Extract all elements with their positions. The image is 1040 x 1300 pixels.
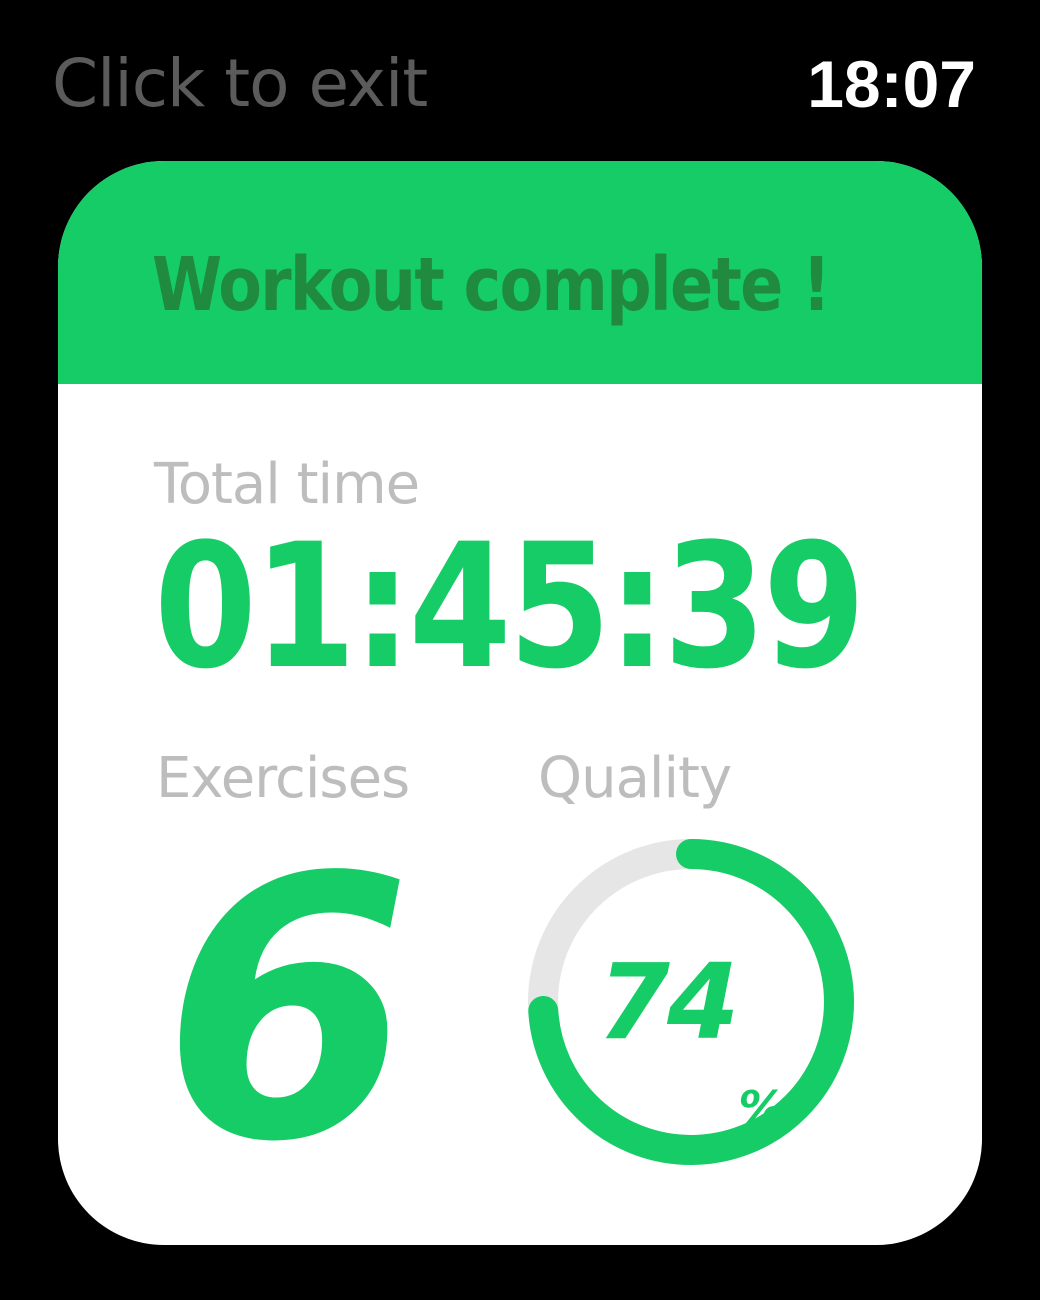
clock: 18:07: [807, 47, 976, 121]
total-time-value: 01:45:39: [154, 506, 866, 707]
card-header: Workout complete !: [58, 161, 982, 384]
status-bar: Click to exit 18:07: [0, 0, 1040, 150]
card-title: Workout complete !: [152, 242, 831, 328]
quality-percent-number: 74: [597, 941, 740, 1063]
quality-value: 74%: [526, 837, 856, 1167]
exercises-count: 6: [162, 801, 413, 1220]
exit-button[interactable]: Click to exit: [52, 44, 428, 124]
quality-percent-unit: %: [738, 1081, 785, 1135]
workout-summary-card: Workout complete ! Total time 01:45:39 E…: [58, 161, 982, 1245]
quality-label: Quality: [538, 746, 732, 811]
